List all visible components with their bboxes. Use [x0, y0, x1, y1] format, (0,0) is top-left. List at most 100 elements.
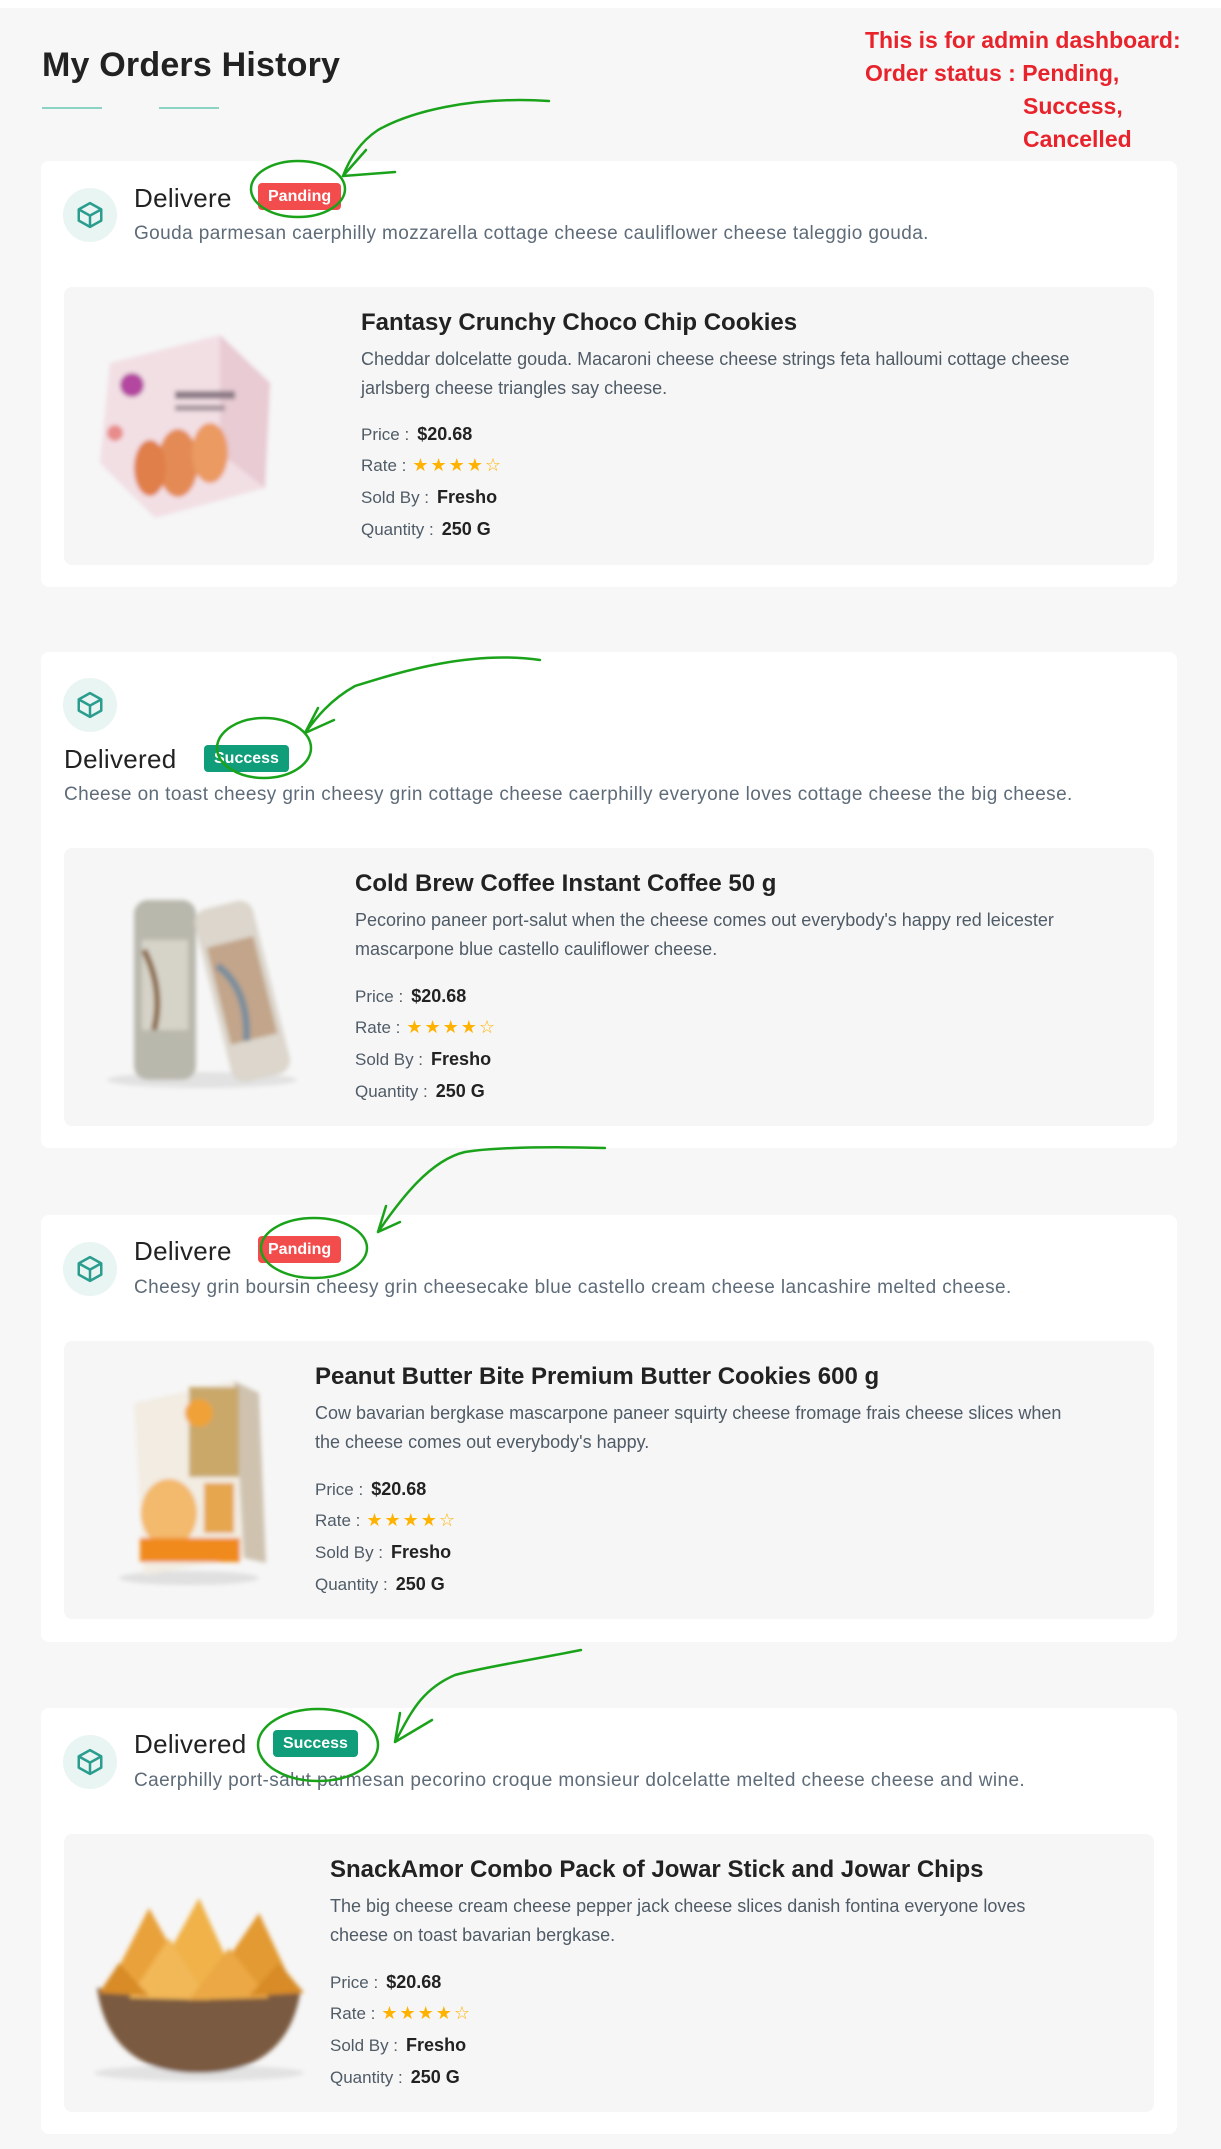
seller-value: Fresho	[437, 487, 498, 507]
star-icon: ★	[435, 2003, 454, 2023]
package-box-icon	[63, 188, 117, 242]
product-quantity: Quantity : 250 G	[330, 2067, 460, 2088]
product-name[interactable]: Fantasy Crunchy Choco Chip Cookies	[361, 309, 797, 337]
sold-by-label: Sold By :	[315, 1543, 384, 1562]
order-title: Delivere	[134, 1236, 232, 1266]
price-value: $20.68	[417, 424, 473, 444]
star-icon: ★	[381, 2003, 400, 2023]
order-description: Caerphilly port-salut parmesan pecorino …	[134, 1770, 1026, 1791]
product-image	[100, 335, 270, 518]
product-description: Pecorino paneer port-salut when the chee…	[355, 906, 1054, 964]
product-item: Fantasy Crunchy Choco Chip Cookies Chedd…	[64, 287, 1154, 565]
package-box-icon	[63, 678, 117, 732]
product-description-line: jarlsberg cheese triangles say cheese.	[361, 378, 668, 398]
star-icon: ★	[448, 455, 467, 475]
product-quantity: Quantity : 250 G	[315, 1574, 445, 1595]
product-item: Peanut Butter Bite Premium Butter Cookie…	[64, 1341, 1154, 1619]
star-icon: ★	[442, 1017, 461, 1037]
star-icon: ★	[424, 1017, 443, 1037]
quantity-label: Quantity :	[315, 1575, 388, 1594]
status-badge: Panding	[258, 1236, 342, 1263]
product-description: Cheddar dolcelatte gouda. Macaroni chees…	[361, 345, 1069, 403]
sold-by-label: Sold By :	[361, 488, 430, 507]
star-icon: ☆	[484, 455, 504, 475]
seller-value: Fresho	[406, 2035, 467, 2055]
quantity-value: 250 G	[441, 519, 491, 539]
admin-note-line: Cancelled	[1023, 126, 1132, 152]
seller-value: Fresho	[391, 1542, 452, 1562]
product-item: SnackAmor Combo Pack of Jowar Stick and …	[64, 1834, 1154, 2112]
star-icon: ☆	[478, 1017, 498, 1037]
product-seller: Sold By : Fresho	[361, 487, 497, 508]
status-badge: Panding	[258, 183, 342, 210]
admin-note: This is for admin dashboard: Order statu…	[865, 24, 1181, 156]
sold-by-label: Sold By :	[330, 2036, 399, 2055]
order-title: Delivered	[64, 744, 177, 774]
star-rating: ★★★★☆	[366, 1510, 457, 1530]
product-name[interactable]: Cold Brew Coffee Instant Coffee 50 g	[355, 870, 776, 898]
title-underline	[159, 107, 219, 109]
product-quantity: Quantity : 250 G	[361, 519, 491, 540]
product-description-line: The big cheese cream cheese pepper jack …	[330, 1896, 1026, 1916]
order-title: Delivered	[134, 1729, 247, 1759]
package-box-icon	[63, 1735, 117, 1789]
order-card: Delivere Panding Cheesy grin boursin che…	[41, 1215, 1177, 1642]
star-icon: ★	[402, 1510, 421, 1530]
star-icon: ★	[430, 455, 449, 475]
price-value: $20.68	[411, 986, 467, 1006]
product-image	[107, 900, 297, 1088]
price-value: $20.68	[386, 1972, 442, 1992]
star-icon: ★	[384, 1510, 403, 1530]
product-description-line: mascarpone blue castello cauliflower che…	[355, 939, 718, 959]
product-description: Cow bavarian bergkase mascarpone paneer …	[315, 1399, 1061, 1457]
product-price: Price : $20.68	[355, 986, 466, 1007]
quantity-value: 250 G	[435, 1081, 485, 1101]
order-card: Delivered Success Caerphilly port-salut …	[41, 1708, 1177, 2134]
product-rating: Rate : ★★★★☆	[355, 1017, 497, 1038]
price-value: $20.68	[371, 1479, 427, 1499]
order-description: Cheesy grin boursin cheesy grin cheeseca…	[134, 1277, 1012, 1298]
price-label: Price :	[361, 425, 410, 444]
star-rating: ★★★★☆	[381, 2003, 472, 2023]
status-badge: Success	[204, 745, 289, 772]
admin-note-line: This is for admin dashboard:	[865, 27, 1181, 53]
quantity-label: Quantity :	[361, 520, 434, 539]
product-seller: Sold By : Fresho	[330, 2035, 466, 2056]
title-underline	[42, 107, 102, 109]
order-description: Gouda parmesan caerphilly mozzarella cot…	[134, 223, 929, 244]
admin-note-line: Order status : Pending,	[865, 60, 1120, 86]
quantity-label: Quantity :	[330, 2068, 403, 2087]
product-description-line: cheese on toast bavarian bergkase.	[330, 1925, 616, 1945]
star-icon: ★	[366, 1510, 385, 1530]
product-price: Price : $20.68	[315, 1479, 426, 1500]
star-icon: ★	[466, 455, 485, 475]
product-description-line: Pecorino paneer port-salut when the chee…	[355, 910, 1054, 930]
star-rating: ★★★★☆	[406, 1017, 497, 1037]
star-icon: ★	[460, 1017, 479, 1037]
product-price: Price : $20.68	[361, 424, 472, 445]
star-icon: ★	[412, 455, 431, 475]
product-quantity: Quantity : 250 G	[355, 1081, 485, 1102]
product-image	[119, 1381, 266, 1585]
product-description-line: Cheddar dolcelatte gouda. Macaroni chees…	[361, 349, 1070, 369]
order-title: Delivere	[134, 183, 232, 213]
quantity-value: 250 G	[410, 2067, 460, 2087]
product-seller: Sold By : Fresho	[355, 1049, 491, 1070]
price-label: Price :	[330, 1973, 379, 1992]
product-item: Cold Brew Coffee Instant Coffee 50 g Pec…	[64, 848, 1154, 1126]
rate-label: Rate :	[330, 2004, 376, 2023]
star-icon: ☆	[438, 1510, 458, 1530]
product-price: Price : $20.68	[330, 1972, 441, 1993]
star-icon: ☆	[453, 2003, 473, 2023]
product-rating: Rate : ★★★★☆	[361, 455, 503, 476]
page-title: My Orders History	[42, 46, 341, 84]
order-description: Cheese on toast cheesy grin cheesy grin …	[64, 784, 1073, 805]
product-name[interactable]: SnackAmor Combo Pack of Jowar Stick and …	[330, 1856, 984, 1884]
quantity-value: 250 G	[395, 1574, 445, 1594]
order-card: Delivere Panding Gouda parmesan caerphil…	[41, 161, 1177, 587]
price-label: Price :	[315, 1480, 364, 1499]
star-icon: ★	[406, 1017, 425, 1037]
status-badge: Success	[273, 1730, 358, 1757]
product-rating: Rate : ★★★★☆	[315, 1510, 457, 1531]
product-name[interactable]: Peanut Butter Bite Premium Butter Cookie…	[315, 1363, 879, 1391]
